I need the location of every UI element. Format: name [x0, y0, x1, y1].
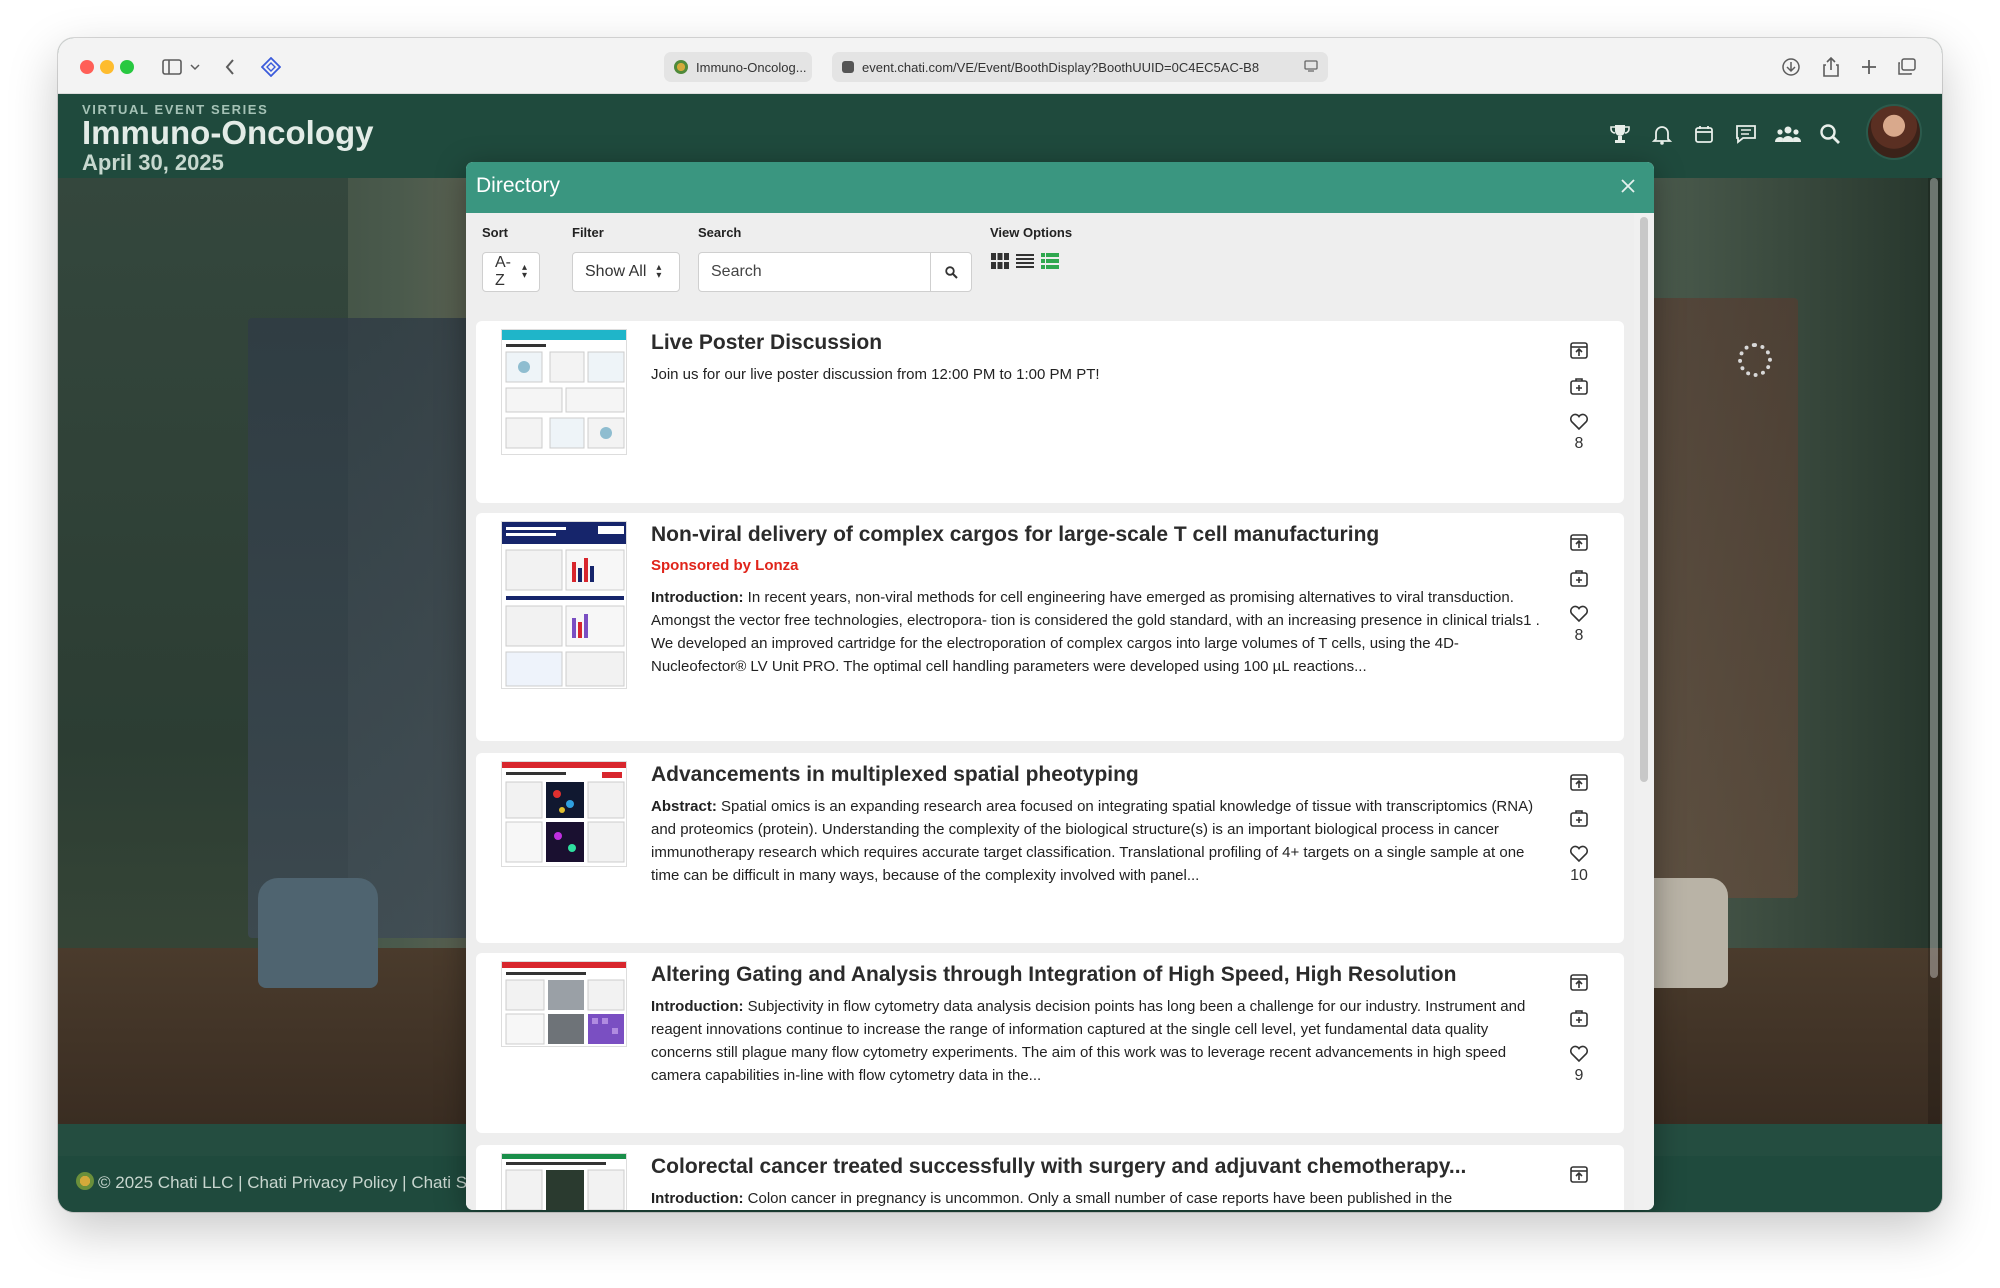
- grid-view-icon[interactable]: [990, 251, 1010, 271]
- directory-list: Live Poster Discussion Join us for our l…: [466, 313, 1634, 1210]
- sort-select[interactable]: A-Z ▴ ▾: [482, 252, 540, 292]
- user-avatar[interactable]: [1866, 104, 1922, 160]
- loading-spinner-icon: [1738, 343, 1772, 377]
- list-item[interactable]: Non-viral delivery of complex cargos for…: [476, 513, 1624, 741]
- list-item[interactable]: Colorectal cancer treated successfully w…: [476, 1145, 1624, 1210]
- list-item[interactable]: Altering Gating and Analysis through Int…: [476, 953, 1624, 1133]
- open-booth-icon[interactable]: [1566, 337, 1592, 363]
- like-count: 10: [1570, 867, 1588, 884]
- like-heart-icon[interactable]: [1566, 1041, 1592, 1067]
- browser-tab-event[interactable]: Immuno-Oncolog...: [664, 52, 812, 82]
- new-tab-icon[interactable]: [1856, 52, 1882, 82]
- browser-window: Immuno-Oncolog... event.chati.com/VE/Eve…: [58, 38, 1942, 1212]
- event-date: April 30, 2025: [82, 150, 224, 175]
- directory-modal: Directory Sort A-Z ▴ ▾ Filter Show All ▴ ▾…: [466, 162, 1654, 1210]
- like-count: 9: [1574, 1067, 1584, 1084]
- view-options-label: View Options: [990, 225, 1073, 240]
- add-to-briefcase-icon[interactable]: [1566, 805, 1592, 831]
- filter-select[interactable]: Show All ▴ ▾: [572, 252, 680, 292]
- open-booth-icon[interactable]: [1566, 529, 1592, 555]
- chat-icon[interactable]: [1730, 118, 1762, 150]
- close-window-button[interactable]: [80, 60, 94, 74]
- page-scrollbar[interactable]: [1928, 178, 1940, 1124]
- filter-label: Filter: [572, 225, 604, 240]
- select-caret-icon: ▴ ▾: [656, 262, 662, 281]
- chati-logo-icon: [76, 1172, 94, 1190]
- poster-thumbnail[interactable]: [501, 961, 627, 1047]
- page-icon: [842, 61, 854, 73]
- calendar-icon[interactable]: [1688, 118, 1720, 150]
- search-field: [698, 252, 972, 292]
- reader-icon[interactable]: [1304, 59, 1318, 75]
- item-description: Introduction: In recent years, non-viral…: [651, 589, 1540, 675]
- like-count: 8: [1574, 627, 1584, 644]
- extension-icon[interactable]: [258, 52, 284, 82]
- like-heart-icon[interactable]: [1566, 841, 1592, 867]
- item-title[interactable]: Advancements in multiplexed spatial pheo…: [651, 763, 1139, 787]
- filter-value: Show All: [585, 263, 647, 280]
- item-description: Introduction: Colon cancer in pregnancy …: [651, 1190, 1453, 1207]
- item-title[interactable]: Colorectal cancer treated successfully w…: [651, 1155, 1466, 1179]
- chevron-down-icon[interactable]: [188, 52, 202, 82]
- search-button[interactable]: [930, 253, 971, 291]
- zoom-window-button[interactable]: [120, 60, 134, 74]
- select-caret-icon: ▴ ▾: [521, 262, 527, 281]
- search-input[interactable]: [699, 253, 930, 291]
- like-heart-icon[interactable]: [1566, 601, 1592, 627]
- item-description: Join us for our live poster discussion f…: [651, 366, 1100, 383]
- poster-thumbnail[interactable]: [501, 1153, 627, 1210]
- site-favicon-icon: [674, 60, 688, 74]
- open-booth-icon[interactable]: [1566, 769, 1592, 795]
- sidebar-toggle-icon[interactable]: [158, 52, 186, 82]
- search-icon[interactable]: [1814, 118, 1846, 150]
- poster-thumbnail[interactable]: [501, 329, 627, 455]
- open-booth-icon[interactable]: [1566, 1161, 1592, 1187]
- poster-thumbnail[interactable]: [501, 761, 627, 867]
- like-count: 8: [1574, 435, 1584, 452]
- sort-label: Sort: [482, 225, 508, 240]
- address-bar[interactable]: event.chati.com/VE/Event/BoothDisplay?Bo…: [832, 52, 1328, 82]
- download-icon[interactable]: [1778, 52, 1804, 82]
- detailed-list-view-icon[interactable]: [1040, 251, 1060, 271]
- list-item[interactable]: Advancements in multiplexed spatial pheo…: [476, 753, 1624, 943]
- directory-controls: Sort A-Z ▴▾ Filter Show All ▴▾ Search Vi…: [466, 213, 1634, 313]
- share-icon[interactable]: [1818, 52, 1844, 82]
- item-title[interactable]: Non-viral delivery of complex cargos for…: [651, 523, 1379, 547]
- item-title[interactable]: Altering Gating and Analysis through Int…: [651, 963, 1456, 987]
- notification-bell-icon[interactable]: [1646, 118, 1678, 150]
- attendees-icon[interactable]: [1772, 118, 1804, 150]
- sponsor-label[interactable]: Sponsored by Lonza: [651, 557, 799, 574]
- like-heart-icon[interactable]: [1566, 409, 1592, 435]
- poster-thumbnail[interactable]: [501, 521, 627, 689]
- minimize-window-button[interactable]: [100, 60, 114, 74]
- add-to-briefcase-icon[interactable]: [1566, 373, 1592, 399]
- event-title[interactable]: Immuno-Oncology: [82, 114, 374, 152]
- list-item[interactable]: Live Poster Discussion Join us for our l…: [476, 321, 1624, 503]
- add-to-briefcase-icon[interactable]: [1566, 565, 1592, 591]
- close-icon[interactable]: [1614, 172, 1642, 200]
- item-title[interactable]: Live Poster Discussion: [651, 331, 882, 355]
- modal-title: Directory: [476, 174, 561, 197]
- trophy-icon[interactable]: [1604, 118, 1636, 150]
- search-label: Search: [698, 225, 742, 240]
- item-description: Introduction: Subjectivity in flow cytom…: [651, 998, 1526, 1084]
- tab-overview-icon[interactable]: [1894, 52, 1920, 82]
- modal-header: Directory: [466, 162, 1654, 213]
- compact-list-view-icon[interactable]: [1015, 251, 1035, 271]
- tab-title: Immuno-Oncolog...: [696, 59, 807, 75]
- url-text: event.chati.com/VE/Event/BoothDisplay?Bo…: [862, 59, 1260, 75]
- back-arrow-icon[interactable]: [218, 52, 242, 82]
- footer-links[interactable]: © 2025 Chati LLC | Chati Privacy Policy …: [98, 1173, 515, 1193]
- browser-toolbar: Immuno-Oncolog... event.chati.com/VE/Eve…: [58, 38, 1942, 94]
- item-description: Abstract: Spatial omics is an expanding …: [651, 798, 1534, 884]
- sort-value: A-Z: [495, 254, 511, 289]
- add-to-briefcase-icon[interactable]: [1566, 1005, 1592, 1031]
- open-booth-icon[interactable]: [1566, 969, 1592, 995]
- modal-scrollbar[interactable]: [1634, 213, 1654, 1210]
